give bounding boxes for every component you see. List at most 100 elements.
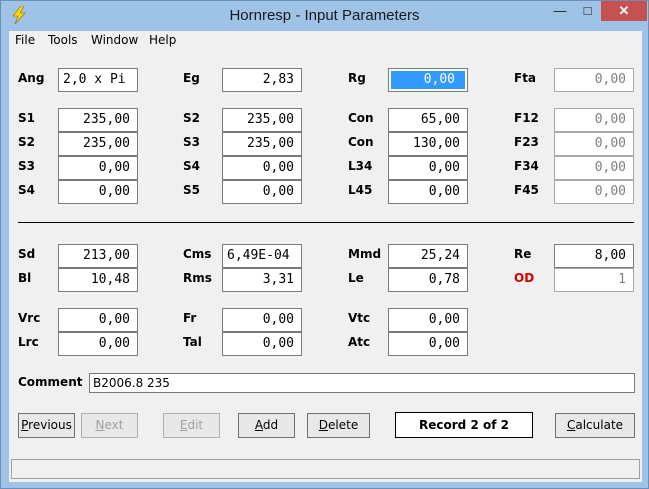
label-f23: F23 [514,135,539,149]
label-s5: S5 [183,183,200,197]
field-f12[interactable]: 0,00 [554,108,634,132]
maximize-button[interactable]: □ [574,1,601,21]
delete-button-label: elete [328,418,359,432]
field-bl[interactable]: 10,48 [58,268,138,292]
label-sd: Sd [18,247,36,261]
label-s1: S1 [18,111,35,125]
label-vrc: Vrc [18,311,41,325]
client-area: File Tools Window Help Ang 2,0 x Pi S1 2… [9,31,642,482]
label-eg: Eg [183,71,200,85]
field-cms[interactable]: 6,49E-04 [222,244,302,268]
field-s3-right[interactable]: 235,00 [222,132,302,156]
label-tal: Tal [183,335,202,349]
close-button[interactable]: ✕ [601,1,647,21]
field-con-2[interactable]: 130,00 [388,132,468,156]
label-s4: S4 [18,183,35,197]
label-s3-right: S3 [183,135,200,149]
label-con-2: Con [348,135,374,149]
field-sd[interactable]: 213,00 [58,244,138,268]
label-s3: S3 [18,159,35,173]
label-rg: Rg [348,71,366,85]
next-button-hotkey: N [95,418,105,432]
section-divider [18,222,634,223]
field-od[interactable]: 1 [554,268,634,292]
field-lrc[interactable]: 0,00 [58,332,138,356]
field-con-1[interactable]: 65,00 [388,108,468,132]
label-vtc: Vtc [348,311,371,325]
label-s2: S2 [18,135,35,149]
field-rg[interactable]: 0,00 [388,68,468,92]
label-rms: Rms [183,271,212,285]
next-button[interactable]: Next [81,413,138,438]
menu-help[interactable]: Help [149,33,176,47]
field-f23[interactable]: 0,00 [554,132,634,156]
delete-button[interactable]: Delete [307,413,370,438]
menu-bar: File Tools Window Help [9,31,642,51]
field-vrc[interactable]: 0,00 [58,308,138,332]
field-le[interactable]: 0,78 [388,268,468,292]
label-re: Re [514,247,532,261]
label-f12: F12 [514,111,539,125]
label-l34: L34 [348,159,373,173]
minimize-button[interactable]: — [546,1,574,21]
calculate-button[interactable]: Calculate [555,413,635,438]
field-rms[interactable]: 3,31 [222,268,302,292]
previous-button-label: revious [28,418,72,432]
field-l45[interactable]: 0,00 [388,180,468,204]
label-bl: Bl [18,271,32,285]
label-comment: Comment [18,375,83,389]
field-s1[interactable]: 235,00 [58,108,138,132]
title-bar[interactable]: Hornresp - Input Parameters — □ ✕ [1,1,648,31]
field-f45[interactable]: 0,00 [554,180,634,204]
menu-window[interactable]: Window [91,33,138,47]
status-bar [11,459,640,479]
menu-tools[interactable]: Tools [48,33,78,47]
edit-button[interactable]: Edit [163,413,220,438]
add-button-label: dd [262,418,279,432]
comment-field[interactable]: B2006.8 235 [89,373,635,393]
add-button[interactable]: Add [238,413,295,438]
menu-file[interactable]: File [15,33,35,47]
field-re[interactable]: 8,00 [554,244,634,268]
field-vtc[interactable]: 0,00 [388,308,468,332]
field-mmd[interactable]: 25,24 [388,244,468,268]
add-button-hotkey: A [254,418,263,432]
field-atc[interactable]: 0,00 [388,332,468,356]
label-fta: Fta [514,71,537,85]
field-s4-right[interactable]: 0,00 [222,156,302,180]
field-s3[interactable]: 0,00 [58,156,138,180]
label-le: Le [348,271,364,285]
field-s2-right[interactable]: 235,00 [222,108,302,132]
delete-button-hotkey: D [318,418,329,432]
label-fr: Fr [183,311,197,325]
label-atc: Atc [348,335,371,349]
calculate-button-label: alculate [575,418,624,432]
field-eg[interactable]: 2,83 [222,68,302,92]
label-cms: Cms [183,247,212,261]
field-s4[interactable]: 0,00 [58,180,138,204]
label-f45: F45 [514,183,539,197]
field-f34[interactable]: 0,00 [554,156,634,180]
label-l45: L45 [348,183,373,197]
field-s2[interactable]: 235,00 [58,132,138,156]
previous-button[interactable]: Previous [18,413,75,438]
label-ang: Ang [18,71,45,85]
field-l34[interactable]: 0,00 [388,156,468,180]
label-f34: F34 [514,159,539,173]
next-button-label: ext [104,418,124,432]
label-s4-right: S4 [183,159,200,173]
field-rg-value: 0,00 [391,71,465,89]
label-s2-right: S2 [183,111,200,125]
main-window: Hornresp - Input Parameters — □ ✕ File T… [0,0,649,489]
record-status: Record 2 of 2 [395,412,533,438]
label-mmd: Mmd [348,247,382,261]
field-ang[interactable]: 2,0 x Pi [58,68,138,92]
label-od: OD [514,271,535,285]
label-con-1: Con [348,111,374,125]
field-tal[interactable]: 0,00 [222,332,302,356]
field-fr[interactable]: 0,00 [222,308,302,332]
edit-button-label: dit [187,418,204,432]
label-lrc: Lrc [18,335,39,349]
field-fta[interactable]: 0,00 [554,68,634,92]
field-s5[interactable]: 0,00 [222,180,302,204]
